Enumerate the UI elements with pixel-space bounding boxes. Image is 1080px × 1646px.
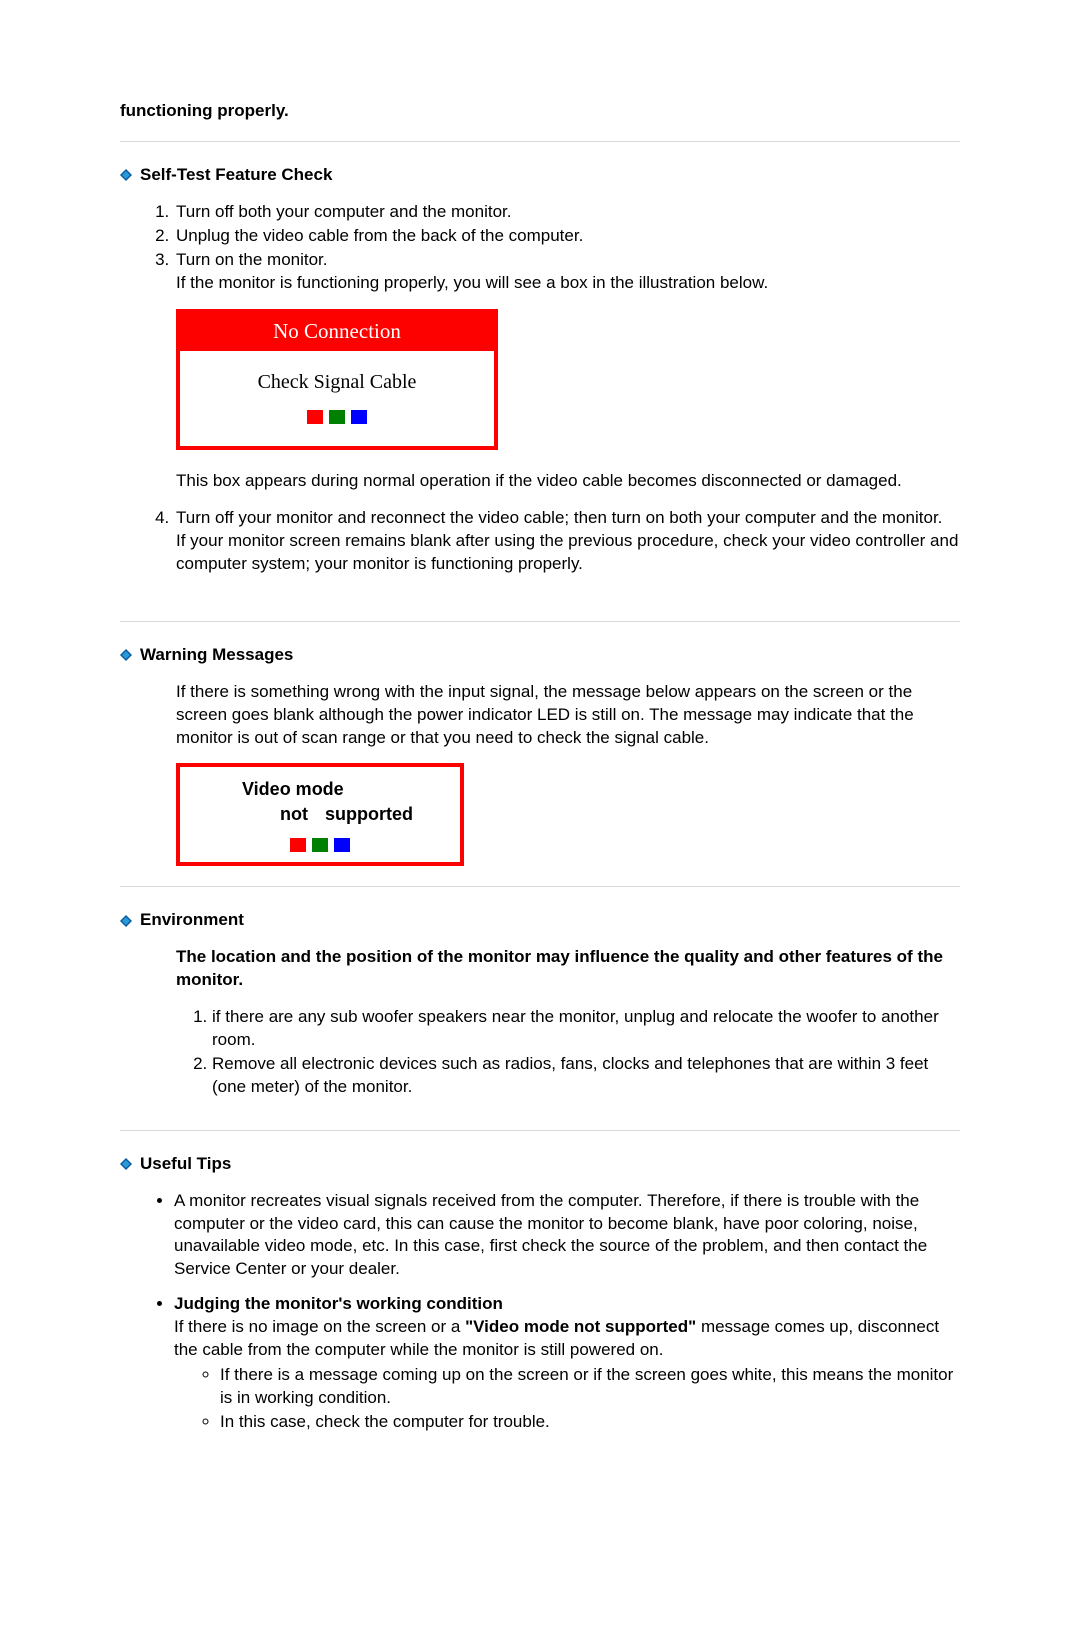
blue-square-icon [334,838,350,852]
judging-line: If there is no image on the screen or a … [174,1317,939,1359]
section-heading-self-test: Self-Test Feature Check [120,164,960,187]
list-item: Judging the monitor's working condition … [174,1293,960,1434]
list-item-text: Turn off your monitor and reconnect the … [176,508,942,527]
osd-body: Video mode not supported [180,767,460,832]
list-item: A monitor recreates visual signals recei… [174,1190,960,1282]
divider [120,886,960,887]
diamond-bullet-icon [120,169,132,181]
list-item-note: If the monitor is functioning properly, … [176,273,768,292]
list-item: Turn on the monitor. If the monitor is f… [174,249,960,493]
list-item: Turn off both your computer and the moni… [174,201,960,224]
section-heading-environment: Environment [120,909,960,932]
osd-title: No Connection [180,313,494,351]
list-item: In this case, check the computer for tro… [220,1411,960,1434]
list-item: Turn off your monitor and reconnect the … [174,507,960,576]
after-box-note: This box appears during normal operation… [176,470,960,493]
section-title: Warning Messages [140,644,293,667]
diamond-bullet-icon [120,915,132,927]
judging-sublist: If there is a message coming up on the s… [198,1364,960,1434]
osd-no-connection: No Connection Check Signal Cable [176,309,498,450]
diamond-bullet-icon [120,1158,132,1170]
red-square-icon [290,838,306,852]
rgb-indicator [180,832,460,862]
red-square-icon [307,410,323,424]
list-item-text: Turn on the monitor. [176,250,328,269]
self-test-steps: Turn off both your computer and the moni… [152,201,960,576]
spacer [120,1100,960,1116]
section-title: Environment [140,909,244,932]
intro-line: functioning properly. [120,100,960,123]
blue-square-icon [351,410,367,424]
divider [120,1130,960,1131]
diamond-bullet-icon [120,649,132,661]
judging-heading: Judging the monitor's working condition [174,1294,503,1313]
section-title: Useful Tips [140,1153,231,1176]
document-page: functioning properly. Self-Test Feature … [120,0,960,1646]
osd-video-mode: Video mode not supported [176,763,464,866]
environment-list: if there are any sub woofer speakers nea… [190,1006,960,1099]
osd-message: Check Signal Cable [186,369,488,396]
section-title: Self-Test Feature Check [140,164,332,187]
green-square-icon [329,410,345,424]
spacer [120,577,960,607]
list-item: Unplug the video cable from the back of … [174,225,960,248]
text-fragment: If there is no image on the screen or a [174,1317,465,1336]
section-heading-tips: Useful Tips [120,1153,960,1176]
divider [120,621,960,622]
osd-wrapper: Video mode not supported [176,763,960,866]
rgb-indicator [186,406,488,440]
list-item: If there is a message coming up on the s… [220,1364,960,1410]
section-heading-warning: Warning Messages [120,644,960,667]
green-square-icon [312,838,328,852]
list-item-note: If your monitor screen remains blank aft… [176,531,958,573]
list-item: if there are any sub woofer speakers nea… [212,1006,960,1052]
osd-line2: not supported [242,802,446,826]
osd-line1: Video mode [242,777,446,801]
warning-paragraph: If there is something wrong with the inp… [176,681,960,750]
text-bold: "Video mode not supported" [465,1317,696,1336]
osd-body: Check Signal Cable [180,351,494,446]
list-item: Remove all electronic devices such as ra… [212,1053,960,1099]
tips-list: A monitor recreates visual signals recei… [152,1190,960,1434]
environment-intro: The location and the position of the mon… [176,946,960,992]
divider [120,141,960,142]
